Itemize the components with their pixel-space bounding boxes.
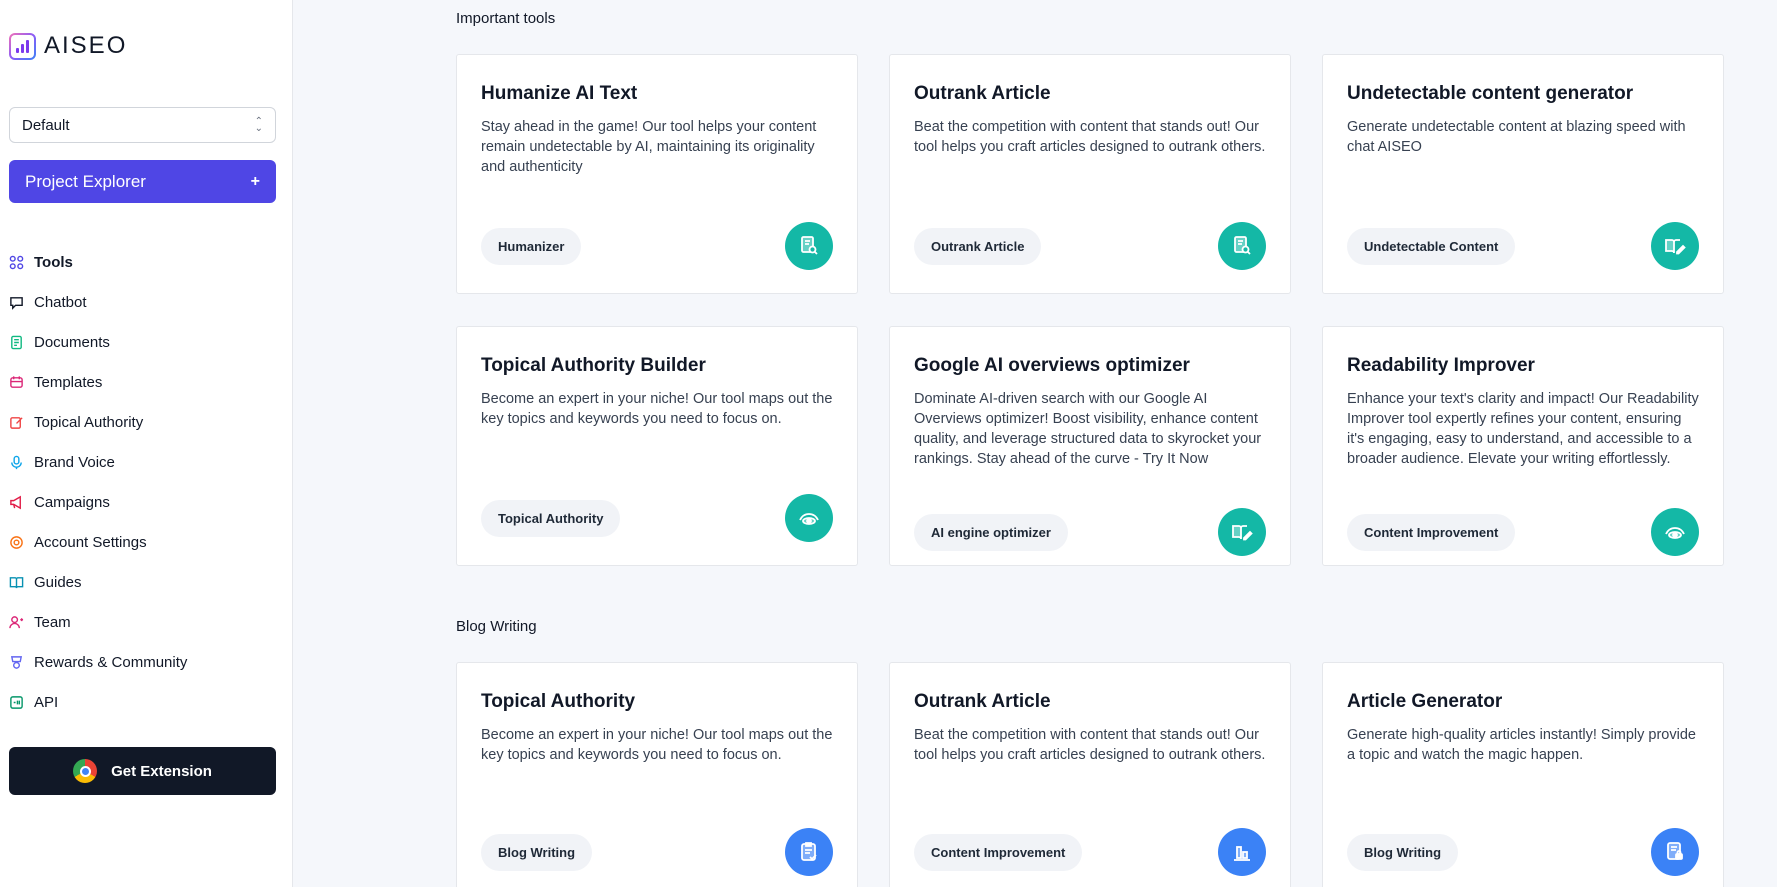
tool-card-google-ai-overviews[interactable]: Google AI overviews optimizer Dominate A… — [889, 326, 1291, 566]
eye-icon[interactable] — [785, 494, 833, 542]
card-title: Topical Authority — [481, 691, 636, 712]
sidebar-item-brand-voice[interactable]: Brand Voice — [9, 442, 279, 482]
card-title: Undetectable content generator — [1347, 83, 1634, 104]
sidebar-item-label: Chatbot — [34, 293, 87, 311]
chrome-icon — [73, 759, 98, 783]
sidebar: AISEO Default ⌃ ⌄ Project Explorer + Tool… — [0, 0, 293, 887]
card-title: Google AI overviews optimizer — [914, 355, 1190, 376]
project-select-value: Default — [22, 116, 70, 134]
logo-text: AISEO — [44, 32, 128, 59]
sidebar-item-templates[interactable]: Templates — [9, 362, 279, 402]
eye-icon[interactable] — [1651, 508, 1699, 556]
card-tag[interactable]: Topical Authority — [481, 500, 621, 537]
plus-icon: + — [250, 172, 260, 190]
sidebar-item-label: API — [34, 693, 59, 711]
user-icon — [9, 615, 24, 630]
section-title-blog-writing: Blog Writing — [456, 618, 537, 635]
chevron-updown-icon: ⌃ ⌄ — [254, 116, 263, 134]
tool-card-humanize[interactable]: Humanize AI Text Stay ahead in the game!… — [456, 54, 858, 294]
card-title: Outrank Article — [914, 83, 1051, 104]
sidebar-item-team[interactable]: Team — [9, 602, 279, 642]
get-extension-label: Get Extension — [111, 762, 212, 780]
doc-search-icon[interactable] — [1218, 222, 1266, 270]
sidebar-item-label: Templates — [34, 373, 103, 391]
card-description: Become an expert in your niche! Our tool… — [481, 391, 833, 427]
section-title-important-tools: Important tools — [456, 10, 556, 27]
sidebar-item-label: Topical Authority — [34, 413, 144, 431]
book-icon — [9, 575, 24, 590]
sidebar-item-label: Guides — [34, 573, 82, 591]
card-tag[interactable]: Blog Writing — [1347, 834, 1459, 871]
template-icon — [9, 375, 24, 390]
card-description: Stay ahead in the game! Our tool helps y… — [481, 119, 817, 175]
sidebar-item-guides[interactable]: Guides — [9, 562, 279, 602]
project-select[interactable]: Default ⌃ ⌄ — [9, 107, 276, 143]
tool-card-article-generator[interactable]: Article Generator Generate high-quality … — [1322, 662, 1724, 887]
megaphone-icon — [9, 495, 24, 510]
card-title: Readability Improver — [1347, 355, 1535, 376]
sidebar-nav: Tools Chatbot Documents Templates Topica… — [9, 242, 279, 722]
sidebar-item-account-settings[interactable]: Account Settings — [9, 522, 279, 562]
tool-card-topical-authority[interactable]: Topical Authority Become an expert in yo… — [456, 662, 858, 887]
sidebar-item-chatbot[interactable]: Chatbot — [9, 282, 279, 322]
sidebar-item-label: Tools — [34, 253, 73, 271]
card-tag[interactable]: Outrank Article — [914, 228, 1042, 265]
card-title: Topical Authority Builder — [481, 355, 706, 376]
doc-search-icon[interactable] — [785, 222, 833, 270]
logo[interactable]: AISEO — [9, 32, 127, 60]
card-description: Generate high-quality articles instantly… — [1347, 727, 1696, 763]
clipboard-check-icon[interactable] — [785, 828, 833, 876]
sidebar-item-label: Campaigns — [34, 493, 110, 511]
sidebar-item-label: Team — [34, 613, 71, 631]
document-icon — [9, 335, 24, 350]
get-extension-button[interactable]: Get Extension — [9, 747, 276, 795]
card-tag[interactable]: Content Improvement — [914, 834, 1083, 871]
tool-card-outrank[interactable]: Outrank Article Beat the competition wit… — [889, 54, 1291, 294]
trophy-icon — [9, 655, 24, 670]
grid-icon — [9, 255, 24, 270]
project-explorer-button[interactable]: Project Explorer + — [9, 160, 276, 203]
sidebar-item-label: Rewards & Community — [34, 653, 188, 671]
doc-lock-icon[interactable] — [1651, 828, 1699, 876]
card-description: Generate undetectable content at blazing… — [1347, 119, 1686, 155]
sidebar-item-documents[interactable]: Documents — [9, 322, 279, 362]
sidebar-item-tools[interactable]: Tools — [9, 242, 279, 282]
tool-card-outrank-article-blog[interactable]: Outrank Article Beat the competition wit… — [889, 662, 1291, 887]
card-description: Become an expert in your niche! Our tool… — [481, 727, 833, 763]
sidebar-item-label: Brand Voice — [34, 453, 115, 471]
tool-card-readability-improver[interactable]: Readability Improver Enhance your text's… — [1322, 326, 1724, 566]
sidebar-item-rewards-community[interactable]: Rewards & Community — [9, 642, 279, 682]
edit-icon — [9, 415, 24, 430]
card-description: Enhance your text's clarity and impact! … — [1347, 391, 1699, 467]
book-pen-icon[interactable] — [1218, 508, 1266, 556]
main-content: Important tools Humanize AI Text Stay ah… — [293, 0, 1777, 887]
chart-icon[interactable] — [1218, 828, 1266, 876]
sidebar-item-label: Account Settings — [34, 533, 147, 551]
card-description: Beat the competition with content that s… — [914, 727, 1266, 763]
card-tag[interactable]: Undetectable Content — [1347, 228, 1516, 265]
tool-card-topical-authority-builder[interactable]: Topical Authority Builder Become an expe… — [456, 326, 858, 566]
sidebar-item-campaigns[interactable]: Campaigns — [9, 482, 279, 522]
sidebar-item-label: Documents — [34, 333, 110, 351]
card-description: Dominate AI-driven search with our Googl… — [914, 391, 1262, 467]
logo-icon — [9, 32, 36, 60]
card-title: Humanize AI Text — [481, 83, 638, 104]
card-title: Outrank Article — [914, 691, 1051, 712]
chat-icon — [9, 295, 24, 310]
card-description: Beat the competition with content that s… — [914, 119, 1266, 155]
tool-card-undetectable[interactable]: Undetectable content generator Generate … — [1322, 54, 1724, 294]
card-tag[interactable]: Humanizer — [481, 228, 582, 265]
card-tag[interactable]: AI engine optimizer — [914, 514, 1068, 551]
mic-icon — [9, 455, 24, 470]
sidebar-item-api[interactable]: API — [9, 682, 279, 722]
book-pen-icon[interactable] — [1651, 222, 1699, 270]
card-title: Article Generator — [1347, 691, 1503, 712]
sidebar-item-topical-authority[interactable]: Topical Authority — [9, 402, 279, 442]
project-explorer-label: Project Explorer — [25, 171, 146, 191]
card-tag[interactable]: Content Improvement — [1347, 514, 1516, 551]
api-icon — [9, 695, 24, 710]
card-tag[interactable]: Blog Writing — [481, 834, 593, 871]
settings-icon — [9, 535, 24, 550]
